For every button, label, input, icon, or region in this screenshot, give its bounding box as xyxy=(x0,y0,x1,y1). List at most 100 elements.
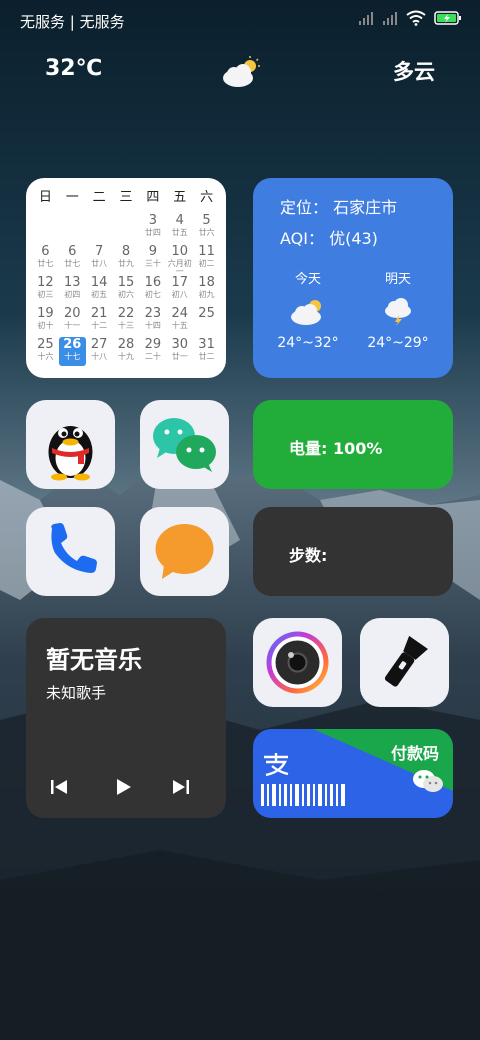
calendar-day[interactable]: 15 初六 xyxy=(113,275,140,304)
calendar-day[interactable]: 11 初二 xyxy=(193,244,220,273)
calendar-day[interactable]: 3 廿四 xyxy=(139,213,166,242)
skip-next-icon[interactable] xyxy=(170,776,192,798)
calendar-lunar-date: 初七 xyxy=(144,290,161,299)
weekday-label: 一 xyxy=(65,190,79,205)
calendar-lunar-date: 三十 xyxy=(144,259,161,268)
camera-app-icon[interactable] xyxy=(253,618,342,707)
calendar-day[interactable]: 24 十五 xyxy=(166,306,193,335)
calendar-day[interactable]: 19 初十 xyxy=(32,306,59,335)
calendar-day-number: 4 xyxy=(175,213,184,228)
payment-code-label: 付款码 xyxy=(390,744,439,763)
calendar-day-number: 12 xyxy=(37,275,54,290)
calendar-day[interactable]: 23 十四 xyxy=(139,306,166,335)
calendar-day[interactable]: 29 二十 xyxy=(139,337,166,366)
calendar-day[interactable]: 6 廿七 xyxy=(59,244,86,273)
battery-widget[interactable]: 电量: 100% xyxy=(253,400,453,489)
calendar-day[interactable]: 6 廿七 xyxy=(32,244,59,273)
calendar-day[interactable]: 27 十八 xyxy=(86,337,113,366)
calendar-day xyxy=(86,213,113,242)
music-title: 暂无音乐 xyxy=(46,646,142,674)
alipay-icon xyxy=(264,753,289,777)
calendar-lunar-date: 十二 xyxy=(91,321,108,330)
calendar-day-number: 6 xyxy=(41,244,50,259)
flashlight-icon xyxy=(384,635,428,687)
calendar-day-number: 15 xyxy=(117,275,135,290)
calendar-day-number: 18 xyxy=(198,275,215,290)
calendar-day-number: 26 xyxy=(63,337,82,352)
qq-app-icon[interactable] xyxy=(26,400,115,489)
calendar-day[interactable]: 20 十一 xyxy=(59,306,86,335)
calendar-day-number: 8 xyxy=(121,244,131,259)
messages-app-icon[interactable] xyxy=(140,507,229,596)
calendar-day[interactable]: 30 廿一 xyxy=(166,337,193,366)
calendar-day[interactable]: 12 初三 xyxy=(32,275,59,304)
play-icon[interactable] xyxy=(112,776,134,798)
phone-icon xyxy=(51,523,97,573)
calendar-day-number: 24 xyxy=(171,306,188,321)
calendar-day xyxy=(59,213,86,242)
calendar-day[interactable]: 16 初七 xyxy=(139,275,166,304)
calendar-day-number: 19 xyxy=(37,306,54,321)
music-widget[interactable]: 暂无音乐 未知歌手 xyxy=(26,618,226,818)
partly-cloudy-icon xyxy=(291,300,321,325)
forecast-tomorrow-label: 明天 xyxy=(384,272,411,287)
skip-previous-icon[interactable] xyxy=(48,776,70,798)
calendar-day[interactable]: 25 xyxy=(193,306,220,335)
calendar-day[interactable]: 28 十九 xyxy=(113,337,140,366)
calendar-day-number: 29 xyxy=(144,337,162,352)
steps-text: 步数: xyxy=(289,546,328,565)
calendar-day-number: 27 xyxy=(90,337,108,352)
aqi-label: AQI： xyxy=(280,229,324,248)
calendar-lunar-date: 十八 xyxy=(91,352,108,361)
steps-widget[interactable]: 步数: xyxy=(253,507,453,596)
forecast-tomorrow-range: 24°~29° xyxy=(367,335,429,351)
calendar-day-number: 5 xyxy=(202,213,211,228)
calendar-day[interactable]: 14 初五 xyxy=(86,275,113,304)
location-label: 定位： xyxy=(280,198,329,217)
weather-widget[interactable]: 定位： 石家庄市 AQI： 优(43) 今天 24°~32° 明天 24°~29… xyxy=(253,178,453,378)
weekday-label: 四 xyxy=(146,190,160,205)
calendar-day[interactable]: 5 廿六 xyxy=(193,213,220,242)
thunderstorm-icon xyxy=(385,298,411,326)
flashlight-app-icon[interactable] xyxy=(360,618,449,707)
calendar-lunar-date: 初四 xyxy=(64,290,81,299)
status-bar: 无服务 | 无服务 xyxy=(0,0,480,44)
forecast-today-label: 今天 xyxy=(294,272,321,287)
wechat-app-icon[interactable] xyxy=(140,400,229,489)
calendar-day-number: 23 xyxy=(144,306,162,321)
calendar-day-number: 28 xyxy=(117,337,135,352)
calendar-lunar-date: 廿九 xyxy=(117,259,134,268)
weekday-label: 六 xyxy=(200,190,214,205)
calendar-lunar-date: 十七 xyxy=(64,352,81,361)
calendar-day-number: 14 xyxy=(90,275,108,290)
barcode xyxy=(261,784,345,806)
calendar-lunar-date: 廿二 xyxy=(198,352,215,361)
calendar-day-today[interactable]: 26 十七 xyxy=(58,337,86,366)
calendar-day[interactable]: 18 初九 xyxy=(193,275,220,304)
calendar-day-number: 20 xyxy=(64,306,81,321)
calendar-day[interactable]: 21 十二 xyxy=(86,306,113,335)
calendar-day[interactable]: 17 初八 xyxy=(166,275,193,304)
calendar-day[interactable]: 9 三十 xyxy=(139,244,166,273)
aqi-value: 优(43) xyxy=(329,229,378,248)
calendar-day-number: 25 xyxy=(37,337,54,352)
battery-text: 电量: 100% xyxy=(289,439,383,458)
payment-code-widget[interactable]: 付款码 xyxy=(253,729,453,818)
calendar-day[interactable]: 25 十六 xyxy=(32,337,59,366)
calendar-day-number: 17 xyxy=(171,275,188,290)
calendar-day[interactable]: 7 廿八 xyxy=(86,244,113,273)
wechat-icon xyxy=(413,770,443,792)
phone-app-icon[interactable] xyxy=(26,507,115,596)
calendar-day-number: 6 xyxy=(68,244,77,259)
aqi-row: AQI： 优(43) xyxy=(280,225,378,249)
calendar-lunar-date: 十五 xyxy=(171,321,188,330)
calendar-day[interactable]: 31 廿二 xyxy=(193,337,220,366)
calendar-day[interactable]: 22 十三 xyxy=(113,306,140,335)
calendar-day[interactable]: 13 初四 xyxy=(59,275,86,304)
weather-condition: 多云 xyxy=(393,60,435,84)
calendar-day[interactable]: 4 廿五 xyxy=(166,213,193,242)
weekday-label: 三 xyxy=(119,190,133,205)
calendar-day[interactable]: 8 廿九 xyxy=(113,244,140,273)
calendar-widget[interactable]: 日一二三四五六 3 廿四 4 廿五 5 廿六 6 廿七 6 廿七 7 廿八 8 廿九 9 三十 10 六月初一 11… xyxy=(26,178,226,378)
calendar-day[interactable]: 10 六月初一 xyxy=(166,244,193,276)
